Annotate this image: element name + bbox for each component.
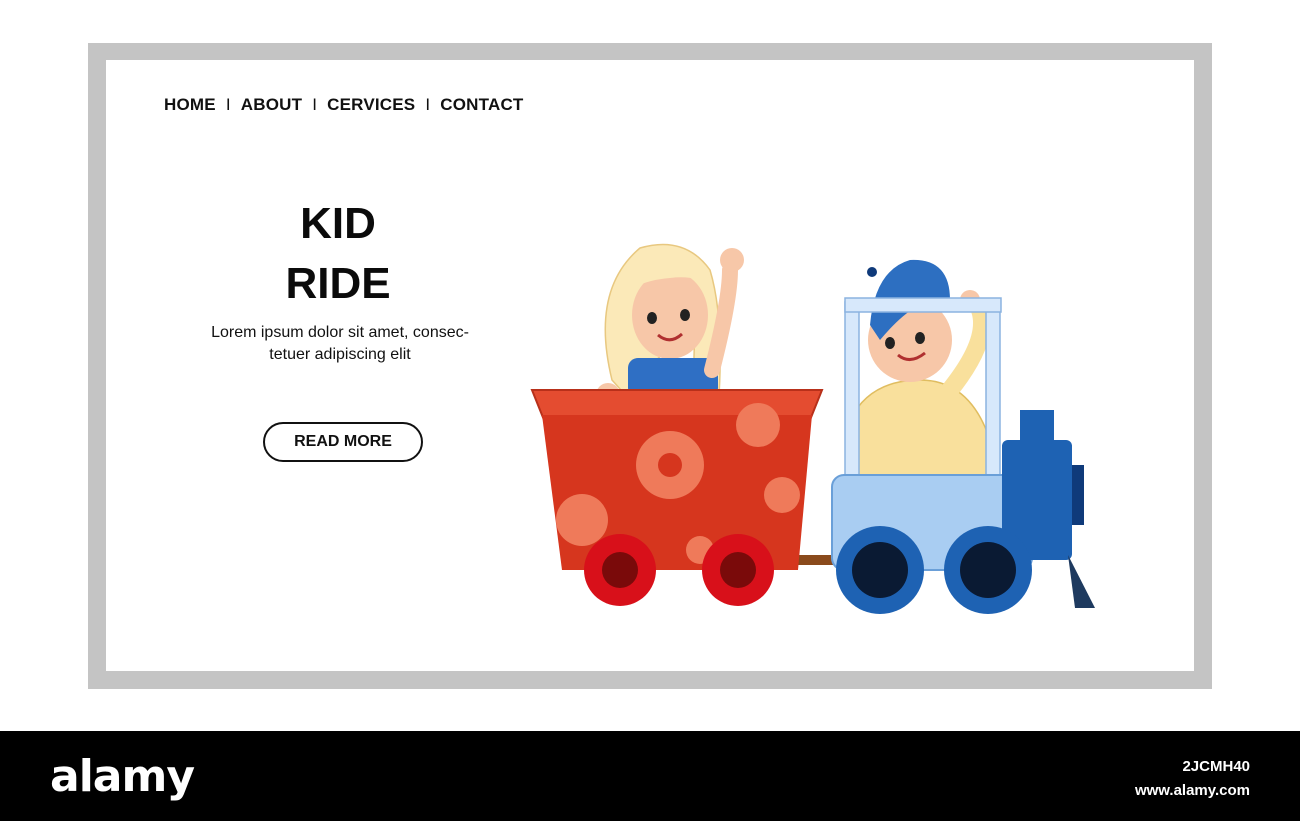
wagon (530, 389, 824, 570)
nav-separator: I (425, 95, 431, 114)
site-url: www.alamy.com (1134, 782, 1250, 799)
main-nav: HOME I ABOUT I CERVICES I CONTACT (164, 94, 524, 116)
hero-title-line-1: KID (300, 199, 376, 248)
hero-subtitle: Lorem ipsum dolor sit amet, consec- tetu… (180, 322, 500, 366)
hero-title-line-2: RIDE (285, 259, 391, 308)
footer-image-info: 2JCMH40 www.alamy.com (1135, 755, 1250, 803)
nav-home[interactable]: HOME (164, 95, 216, 115)
wagon-wheel (702, 534, 774, 606)
hero-title: KID RIDE (230, 194, 446, 314)
wagon-wheel (584, 534, 656, 606)
nav-services[interactable]: CERVICES (327, 95, 415, 115)
hero-subtitle-line-1: Lorem ipsum dolor sit amet, consec- (211, 324, 469, 341)
stock-footer-bar: alamy 2JCMH40 www.alamy.com (0, 731, 1300, 821)
hero-subtitle-line-2: tetuer adipiscing elit (269, 346, 411, 363)
image-id: 2JCMH40 (1182, 758, 1250, 775)
engine-wheel (836, 526, 924, 614)
kid-train-illustration (530, 243, 1095, 614)
nav-about[interactable]: ABOUT (241, 95, 302, 115)
nav-separator: I (225, 95, 231, 114)
alamy-logo: alamy (50, 751, 195, 802)
read-more-button[interactable]: READ MORE (263, 422, 423, 462)
boy-figure (849, 259, 991, 504)
engine-wheel (944, 526, 1032, 614)
nav-contact[interactable]: CONTACT (440, 95, 523, 115)
nav-separator: I (312, 95, 318, 114)
